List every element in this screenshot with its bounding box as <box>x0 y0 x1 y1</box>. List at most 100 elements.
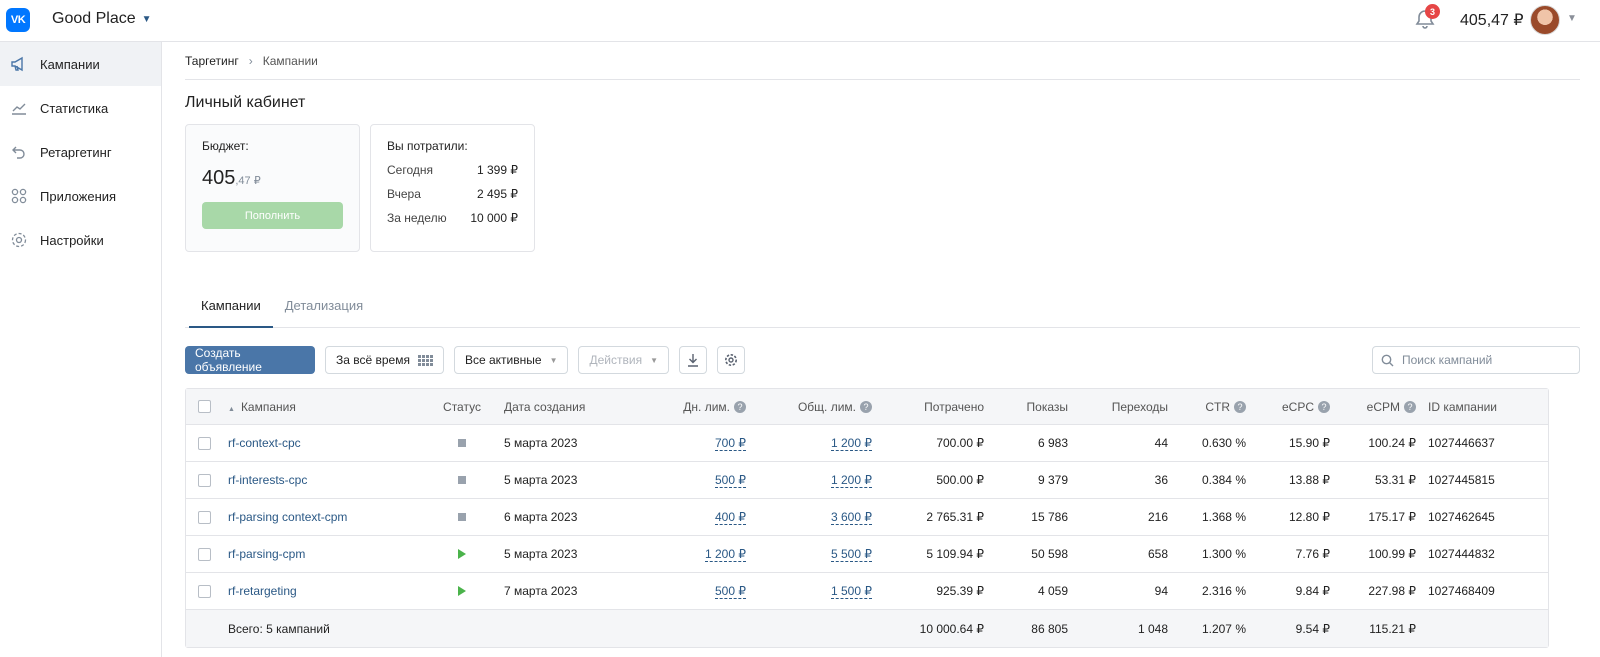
total-limit-link[interactable]: 5 500 ₽ <box>831 547 872 562</box>
row-checkbox[interactable] <box>197 436 211 450</box>
header-label: eCPM <box>1366 399 1400 414</box>
stop-status-icon[interactable] <box>458 476 466 484</box>
created-date: 5 марта 2023 <box>504 436 578 450</box>
stop-status-icon[interactable] <box>458 513 466 521</box>
campaign-name-link[interactable]: rf-context-cpc <box>222 436 426 450</box>
vk-logo-icon[interactable]: VK <box>6 8 30 32</box>
total-limit-link[interactable]: 1 200 ₽ <box>831 436 872 451</box>
ecpm-cell: 53.31 ₽ <box>1375 473 1416 487</box>
day-limit-link[interactable]: 1 200 ₽ <box>705 547 746 562</box>
help-icon[interactable]: ? <box>1404 401 1416 414</box>
row-checkbox-cell[interactable] <box>186 510 222 524</box>
budget-amount-int: 405 <box>202 167 236 189</box>
campaign-name-link[interactable]: rf-retargeting <box>222 584 426 598</box>
row-checkbox-cell[interactable] <box>186 473 222 487</box>
header-ctr[interactable]: CTR? <box>1174 400 1252 414</box>
clicks-cell: 94 <box>1154 584 1168 598</box>
topup-button[interactable]: Пополнить <box>202 202 343 229</box>
breadcrumb-root[interactable]: Таргетинг <box>185 54 239 68</box>
create-ad-button[interactable]: Создать объявление <box>185 346 315 374</box>
day-limit-link[interactable]: 500 ₽ <box>715 584 746 599</box>
apps-icon <box>10 187 28 205</box>
campaign-id-cell: 1027446637 <box>1428 436 1495 450</box>
tab-campaigns[interactable]: Кампании <box>189 284 273 328</box>
campaign-name-link[interactable]: rf-parsing context-cpm <box>222 510 426 524</box>
total-limit-link[interactable]: 1 200 ₽ <box>831 473 872 488</box>
avatar[interactable] <box>1530 5 1560 35</box>
select-all-checkbox-cell[interactable] <box>186 400 222 413</box>
ecpm-cell: 175.17 ₽ <box>1368 510 1416 524</box>
total-ctr: 1.207 % <box>1201 621 1246 636</box>
status-filter-dropdown[interactable]: Все активные ▼ <box>453 346 569 374</box>
status-cell[interactable] <box>426 513 498 521</box>
row-checkbox[interactable] <box>197 473 211 487</box>
sidebar-item-retargeting[interactable]: Ретаргетинг <box>0 130 161 174</box>
help-icon[interactable]: ? <box>734 401 746 414</box>
header-shows[interactable]: Показы <box>990 400 1074 414</box>
campaign-name-link[interactable]: rf-parsing-cpm <box>222 547 426 561</box>
day-limit-link[interactable]: 500 ₽ <box>715 473 746 488</box>
header-date[interactable]: Дата создания <box>498 400 618 414</box>
created-date: 6 марта 2023 <box>504 510 578 524</box>
period-picker[interactable]: За всё время <box>325 346 444 374</box>
breadcrumb: Таргетинг › Кампании <box>185 42 1580 80</box>
play-status-icon[interactable] <box>458 586 466 596</box>
help-icon[interactable]: ? <box>860 401 872 414</box>
header-clicks[interactable]: Переходы <box>1074 400 1174 414</box>
tab-details[interactable]: Детализация <box>273 284 375 327</box>
campaign-id-cell: 1027468409 <box>1428 584 1495 598</box>
day-limit-link[interactable]: 400 ₽ <box>715 510 746 525</box>
row-checkbox-cell[interactable] <box>186 436 222 450</box>
sidebar-item-label: Кампании <box>40 56 100 72</box>
day-limit-link[interactable]: 700 ₽ <box>715 436 746 451</box>
account-switcher[interactable]: Good Place ▼ <box>52 10 152 28</box>
status-cell[interactable] <box>426 439 498 447</box>
row-checkbox-cell[interactable] <box>186 584 222 598</box>
spent-value: 10 000 ₽ <box>470 211 518 225</box>
header-name[interactable]: ▲ Кампания <box>222 400 426 414</box>
caret-down-icon: ▼ <box>549 355 558 365</box>
row-checkbox[interactable] <box>197 510 211 524</box>
stop-status-icon[interactable] <box>458 439 466 447</box>
total-label: Всего: 5 кампаний <box>228 621 330 636</box>
download-button[interactable] <box>678 346 707 374</box>
sidebar-item-statistics[interactable]: Статистика <box>0 86 161 130</box>
page-title: Личный кабинет <box>185 94 306 111</box>
avatar-chevron-icon[interactable]: ▼ <box>1567 13 1577 24</box>
header-ecpc[interactable]: eCPC? <box>1252 400 1336 414</box>
row-checkbox[interactable] <box>197 547 211 561</box>
sidebar-item-settings[interactable]: Настройки <box>0 218 161 262</box>
actions-label: Действия <box>589 353 643 367</box>
header-status[interactable]: Статус <box>426 400 498 414</box>
help-icon[interactable]: ? <box>1318 401 1330 414</box>
header-label: CTR <box>1205 399 1230 414</box>
spent-row-today: Сегодня 1 399 ₽ <box>387 163 518 177</box>
sidebar-item-campaigns[interactable]: Кампании <box>0 42 161 86</box>
search-input[interactable]: Поиск кампаний <box>1372 346 1580 374</box>
header-day-limit[interactable]: Дн. лим.? <box>618 400 752 414</box>
header-spent[interactable]: Потрачено <box>878 400 990 414</box>
status-cell[interactable] <box>426 549 498 559</box>
sort-asc-icon: ▲ <box>228 405 235 413</box>
download-icon <box>687 354 698 367</box>
row-checkbox-cell[interactable] <box>186 547 222 561</box>
status-cell[interactable] <box>426 586 498 596</box>
help-icon[interactable]: ? <box>1234 401 1246 414</box>
campaign-name-link[interactable]: rf-interests-cpc <box>222 473 426 487</box>
sidebar-item-apps[interactable]: Приложения <box>0 174 161 218</box>
total-clicks: 1 048 <box>1137 621 1168 636</box>
header-total-limit[interactable]: Общ. лим.? <box>752 400 878 414</box>
header-ecpm[interactable]: eCPM? <box>1336 400 1422 414</box>
play-status-icon[interactable] <box>458 549 466 559</box>
row-checkbox[interactable] <box>197 584 211 598</box>
settings-button[interactable] <box>716 346 745 374</box>
actions-dropdown[interactable]: Действия ▼ <box>578 346 669 374</box>
status-cell[interactable] <box>426 476 498 484</box>
total-limit-link[interactable]: 3 600 ₽ <box>831 510 872 525</box>
day-limit-cell: 700 ₽ <box>618 436 752 451</box>
header-id[interactable]: ID кампании <box>1422 400 1542 414</box>
clicks-cell: 658 <box>1147 547 1168 561</box>
total-limit-link[interactable]: 1 500 ₽ <box>831 584 872 599</box>
sidebar: Кампании Статистика Ретаргетинг Приложен… <box>0 42 162 657</box>
select-all-checkbox[interactable] <box>197 400 211 413</box>
